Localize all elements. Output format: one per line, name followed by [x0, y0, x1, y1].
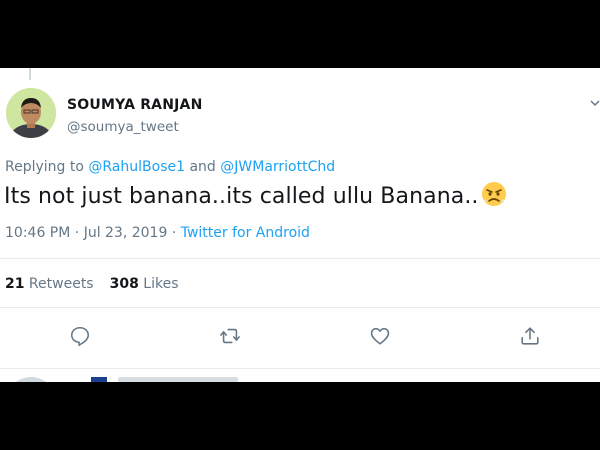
heart-icon: [370, 327, 390, 345]
chevron-down-icon[interactable]: [590, 98, 600, 108]
tweet-date[interactable]: Jul 23, 2019: [84, 225, 168, 241]
reply-icon: [70, 326, 90, 346]
author-handle[interactable]: @soumya_tweet: [67, 119, 179, 135]
like-button[interactable]: [369, 325, 391, 347]
tweet-card: SOUMYA RANJAN @soumya_tweet Replying to …: [0, 68, 600, 382]
divider-bottom: [0, 307, 600, 308]
tweet-metadata: 10:46 PM · Jul 23, 2019 · Twitter for An…: [5, 225, 310, 241]
next-tweet-header-placeholder: [118, 377, 238, 382]
likes-label: Likes: [138, 276, 179, 292]
author-avatar[interactable]: [6, 88, 56, 138]
meta-separator-2: ·: [167, 225, 181, 241]
reply-button[interactable]: [69, 325, 91, 347]
reply-context: Replying to @RahulBose1 and @JWMarriottC…: [5, 159, 335, 175]
flag-icon: [91, 377, 107, 382]
retweets-stat[interactable]: 21 Retweets: [5, 276, 94, 292]
tweet-stats: 21 Retweets 308 Likes: [5, 276, 179, 292]
likes-stat[interactable]: 308 Likes: [110, 276, 179, 292]
tweet-source-link[interactable]: Twitter for Android: [181, 225, 310, 241]
mention-link-jwmarriottchd[interactable]: @JWMarriottChd: [220, 159, 335, 175]
share-icon: [521, 327, 539, 345]
retweet-icon: [220, 328, 240, 344]
retweet-button[interactable]: [219, 325, 241, 347]
retweets-label: Retweets: [24, 276, 94, 292]
replying-conjunction: and: [185, 159, 221, 175]
divider-top: [0, 258, 600, 259]
retweets-count: 21: [5, 276, 25, 292]
divider-next-tweet: [0, 368, 600, 369]
replying-prefix: Replying to: [5, 159, 89, 175]
author-display-name[interactable]: SOUMYA RANJAN: [67, 97, 202, 113]
angry-face-emoji-icon: [481, 182, 506, 206]
tweet-time[interactable]: 10:46 PM: [5, 225, 70, 241]
meta-separator: ·: [70, 225, 84, 241]
thread-connector-line: [29, 68, 31, 80]
tweet-text: Its not just banana..its called ullu Ban…: [4, 184, 479, 209]
user-avatar-icon: [6, 88, 56, 138]
share-button[interactable]: [519, 325, 541, 347]
mention-link-rahulbose1[interactable]: @RahulBose1: [88, 159, 185, 175]
tweet-body: Its not just banana..its called ullu Ban…: [4, 181, 507, 209]
likes-count: 308: [109, 276, 139, 292]
next-tweet-avatar[interactable]: [6, 377, 56, 382]
